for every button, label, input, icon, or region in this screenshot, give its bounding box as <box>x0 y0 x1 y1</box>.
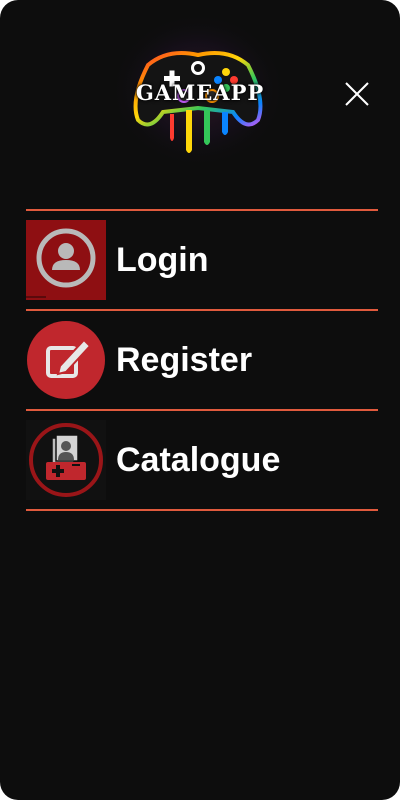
menu-item-label: Login <box>116 240 209 279</box>
edit-icon <box>26 320 106 400</box>
menu-divider <box>26 509 378 511</box>
nav-menu: Login Register Catalogue <box>26 209 378 511</box>
menu-item-catalogue[interactable]: Catalogue <box>26 411 378 509</box>
menu-item-label: Register <box>116 340 253 379</box>
menu-item-login[interactable]: Login <box>26 211 378 309</box>
close-icon[interactable] <box>344 81 370 107</box>
catalogue-icon <box>26 420 106 500</box>
menu-item-label: Catalogue <box>116 440 281 479</box>
app-menu-screen: GAMEAPP Login Register Catalogue <box>0 0 400 800</box>
header: GAMEAPP <box>0 0 400 190</box>
app-title: GAMEAPP <box>135 80 265 105</box>
menu-item-register[interactable]: Register <box>26 311 378 409</box>
user-circle-icon <box>26 220 106 300</box>
